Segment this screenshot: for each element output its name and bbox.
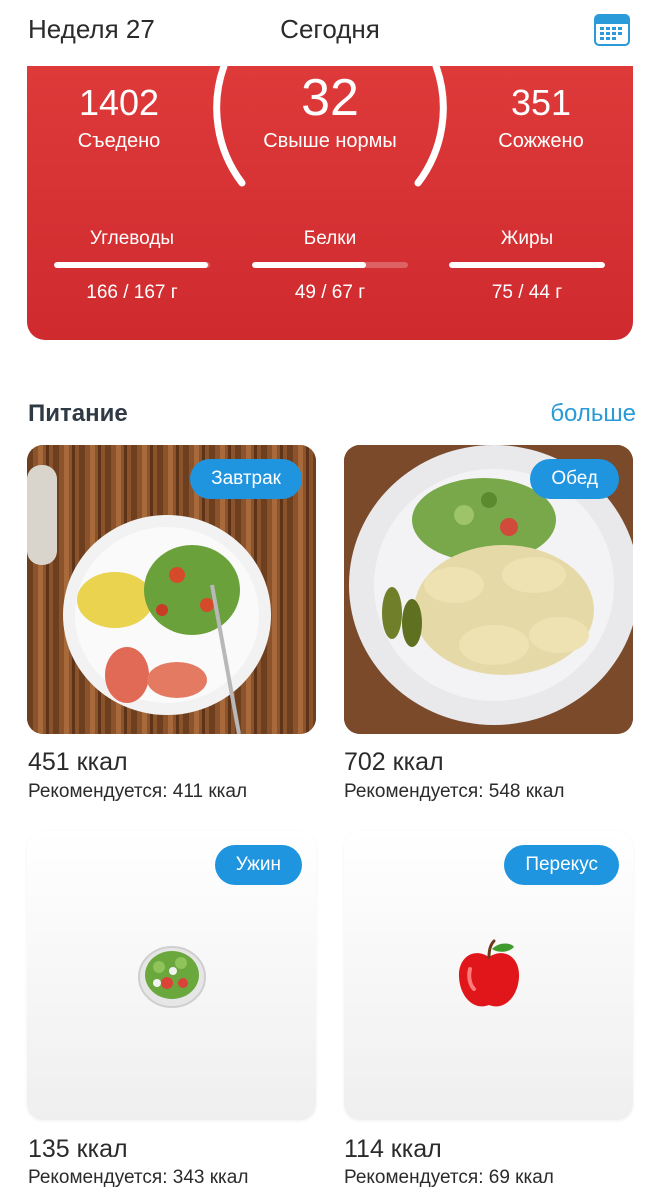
protein-value: 49 / 67 г (294, 282, 366, 303)
lunch-recommended: Рекомендуется: 548 ккал (344, 781, 565, 802)
meal-tag-lunch: Обед (530, 459, 619, 499)
meal-card-lunch[interactable]: Обед (344, 445, 633, 734)
burned-label: Сожжено (498, 130, 584, 152)
lunch-kcal: 702 ккал (344, 748, 444, 776)
burned-value: 351 (510, 82, 572, 123)
fat-label: Жиры (500, 228, 554, 249)
carbs-progress-bar (54, 262, 210, 268)
fat-progress-bar (449, 262, 605, 268)
more-link[interactable]: больше (550, 400, 636, 428)
meal-card-dinner[interactable]: Ужин (27, 831, 316, 1120)
eaten-value: 1402 (78, 82, 160, 123)
breakfast-kcal: 451 ккал (28, 748, 128, 776)
snack-recommended: Рекомендуется: 69 ккал (344, 1167, 554, 1188)
eaten-label: Съедено (77, 130, 161, 152)
breakfast-recommended: Рекомендуется: 411 ккал (28, 781, 248, 802)
protein-progress-bar (252, 262, 408, 268)
snack-kcal: 114 ккал (344, 1135, 442, 1163)
section-title: Питание (28, 400, 128, 427)
fat-value: 75 / 44 г (491, 282, 563, 303)
week-label[interactable]: Неделя 27 (28, 14, 155, 45)
over-norm-value: 32 (301, 69, 359, 127)
calendar-icon[interactable] (594, 12, 630, 46)
meal-card-snack[interactable]: Перекус (344, 831, 633, 1120)
meal-tag-snack: Перекус (504, 845, 619, 885)
salad-icon (138, 946, 206, 1008)
carbs-value: 166 / 167 г (86, 282, 178, 303)
calorie-summary-card[interactable]: 1402 Съедено 32 Свыше нормы 351 Сожжено … (27, 66, 633, 340)
meal-tag-dinner: Ужин (214, 845, 302, 885)
carbs-label: Углеводы (89, 228, 175, 249)
over-norm-label: Свыше нормы (263, 130, 397, 152)
protein-label: Белки (303, 228, 357, 249)
apple-icon (458, 939, 520, 1007)
dinner-recommended: Рекомендуется: 343 ккал (28, 1167, 249, 1188)
meal-card-breakfast[interactable]: Завтрак (27, 445, 316, 734)
dinner-kcal: 135 ккал (28, 1135, 128, 1163)
meal-tag-breakfast: Завтрак (190, 459, 302, 499)
top-bar: Неделя 27 Сегодня (0, 0, 660, 64)
